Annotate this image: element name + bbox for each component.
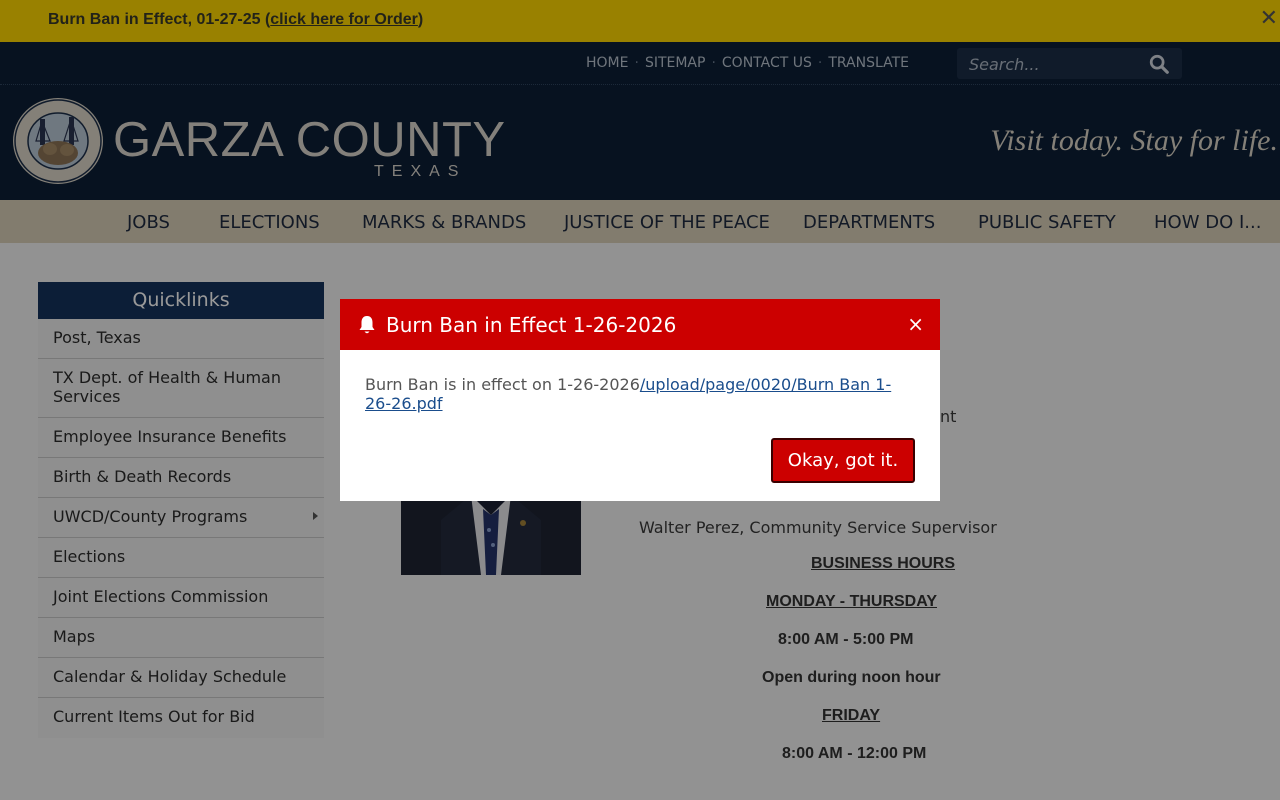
modal-close-icon[interactable]: ×	[907, 312, 924, 336]
alert-modal: Burn Ban in Effect 1-26-2026 × Burn Ban …	[340, 299, 940, 501]
modal-body-text: Burn Ban is in effect on 1-26-2026	[365, 375, 640, 394]
modal-body: Burn Ban is in effect on 1-26-2026/uploa…	[365, 375, 915, 413]
modal-header: Burn Ban in Effect 1-26-2026 ×	[340, 299, 940, 350]
bell-icon	[359, 316, 375, 334]
okay-got-it-button[interactable]: Okay, got it.	[771, 438, 915, 483]
modal-title: Burn Ban in Effect 1-26-2026	[386, 313, 677, 337]
